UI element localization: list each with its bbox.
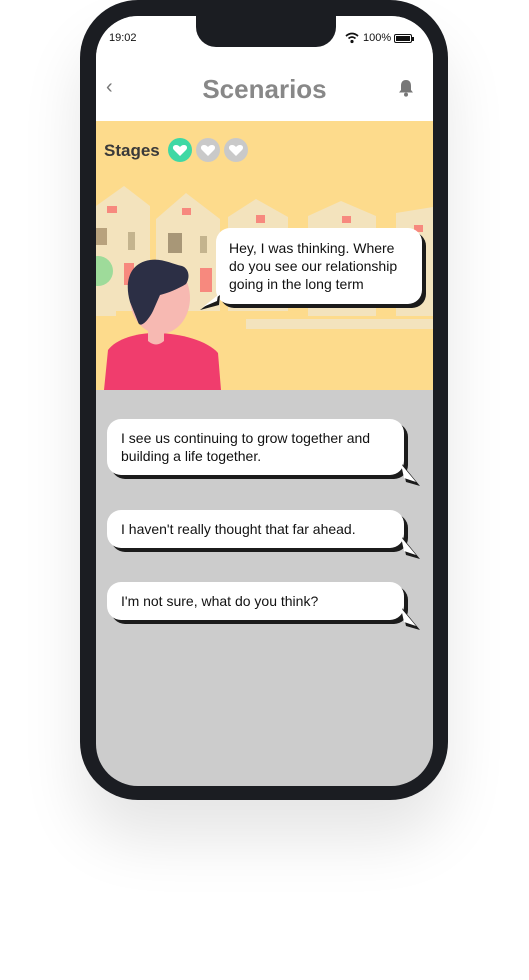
page-title: Scenarios bbox=[202, 74, 327, 104]
answer-option-text: I haven't really thought that far ahead. bbox=[121, 521, 356, 537]
bell-icon[interactable] bbox=[398, 79, 414, 97]
battery-icon bbox=[394, 34, 414, 43]
answer-bubble-tail bbox=[401, 537, 420, 559]
scenario-illustration: Stages Hey, I was thinking. Where do you… bbox=[96, 121, 433, 390]
status-time: 19:02 bbox=[109, 32, 137, 44]
wifi-icon bbox=[345, 32, 359, 44]
top-navigation: ‹ Scenarios bbox=[96, 60, 433, 122]
speech-bubble: Hey, I was thinking. Where do you see ou… bbox=[216, 228, 422, 304]
answer-option-1[interactable]: I see us continuing to grow together and… bbox=[107, 419, 404, 475]
answer-option-text: I see us continuing to grow together and… bbox=[121, 430, 371, 464]
speech-bubble-tail bbox=[200, 295, 220, 310]
phone-screen: 19:02 100% ‹ Scenarios Stages Hey, I was… bbox=[96, 16, 433, 786]
answer-option-2[interactable]: I haven't really thought that far ahead. bbox=[107, 510, 404, 548]
answer-bubble-tail bbox=[401, 608, 420, 630]
answer-option-3[interactable]: I'm not sure, what do you think? bbox=[107, 582, 404, 620]
notch bbox=[196, 16, 336, 47]
speech-text: Hey, I was thinking. Where do you see ou… bbox=[229, 240, 398, 292]
battery-percentage: 100% bbox=[363, 32, 392, 44]
answer-bubble-tail bbox=[401, 464, 420, 486]
answer-option-text: I'm not sure, what do you think? bbox=[121, 593, 319, 609]
status-bar: 19:02 100% bbox=[96, 16, 433, 60]
